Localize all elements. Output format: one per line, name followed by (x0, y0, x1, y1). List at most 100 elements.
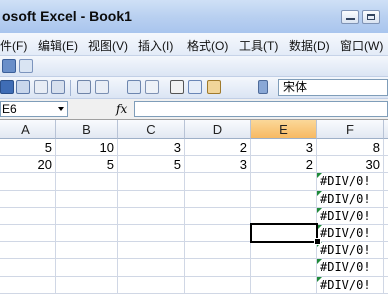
table-cell[interactable]: #DIV/0! (317, 207, 384, 225)
table-cell[interactable] (118, 225, 185, 243)
menu-tools[interactable]: 工具(T) (239, 37, 278, 54)
spelling-icon[interactable] (127, 80, 141, 94)
restore-button[interactable] (362, 10, 380, 24)
table-cell[interactable] (118, 276, 185, 294)
cell-value: 5 (106, 157, 114, 173)
table-cell[interactable]: 3 (251, 139, 317, 157)
table-cell[interactable] (251, 242, 317, 260)
research-icon[interactable] (145, 80, 159, 94)
table-cell[interactable]: 5 (118, 156, 185, 174)
table-cell[interactable] (0, 276, 56, 294)
table-cell[interactable] (0, 242, 56, 260)
table-cell[interactable] (384, 139, 388, 157)
table-cell[interactable] (251, 276, 317, 294)
menu-view[interactable]: 视图(V) (88, 37, 128, 54)
table-cell[interactable]: 5 (0, 139, 56, 157)
menu-window[interactable]: 窗口(W) (340, 37, 383, 54)
table-cell[interactable] (56, 173, 118, 191)
column-header-f[interactable]: F (317, 120, 384, 139)
menu-insert[interactable]: 插入(I) (138, 37, 173, 54)
table-cell[interactable]: 10 (56, 139, 118, 157)
table-cell[interactable] (384, 242, 388, 260)
font-name-box[interactable]: 宋体 (278, 79, 388, 96)
table-cell[interactable] (384, 277, 388, 294)
table-cell[interactable]: 3 (118, 139, 185, 157)
table-cell[interactable]: #DIV/0! (317, 225, 384, 243)
table-cell[interactable] (0, 259, 56, 277)
minimize-button[interactable] (341, 10, 359, 24)
print-icon[interactable] (77, 80, 91, 94)
print-preview-icon[interactable] (95, 80, 109, 94)
column-header-c[interactable]: C (118, 120, 185, 139)
table-cell[interactable] (118, 207, 185, 225)
table-cell[interactable] (384, 191, 388, 208)
table-cell[interactable] (0, 190, 56, 208)
formula-input[interactable] (134, 101, 388, 117)
table-cell[interactable] (118, 173, 185, 191)
column-header-b[interactable]: B (56, 120, 118, 139)
table-cell[interactable] (118, 259, 185, 277)
table-cell[interactable]: 2 (185, 139, 251, 157)
table-cell[interactable] (0, 207, 56, 225)
menu-format[interactable]: 格式(O) (187, 37, 228, 54)
table-cell[interactable]: #DIV/0! (317, 259, 384, 277)
table-cell[interactable]: #DIV/0! (317, 242, 384, 260)
table-cell[interactable] (56, 259, 118, 277)
table-cell[interactable] (384, 156, 388, 174)
table-cell[interactable] (118, 242, 185, 260)
table-cell[interactable] (384, 259, 388, 277)
table-cell[interactable]: #DIV/0! (317, 190, 384, 208)
table-cell[interactable] (185, 276, 251, 294)
table-cell[interactable] (251, 259, 317, 277)
column-header-e[interactable]: E (251, 120, 317, 139)
permission-icon[interactable] (16, 80, 30, 94)
table-cell[interactable] (251, 173, 317, 191)
paste-icon[interactable] (207, 80, 221, 94)
table-cell[interactable] (0, 225, 56, 243)
table-cell[interactable]: #DIV/0! (317, 276, 384, 294)
table-cell[interactable] (56, 207, 118, 225)
table-cell[interactable] (384, 225, 388, 243)
table-cell[interactable] (56, 190, 118, 208)
cut-icon[interactable] (170, 80, 184, 94)
table-cell[interactable] (56, 242, 118, 260)
table-cell[interactable]: 30 (317, 156, 384, 174)
table-cell[interactable] (251, 190, 317, 208)
table-cell[interactable] (384, 173, 388, 191)
table-cell[interactable]: #DIV/0! (317, 173, 384, 191)
table-cell[interactable] (185, 173, 251, 191)
table-cell[interactable] (56, 276, 118, 294)
table-cell[interactable]: 3 (185, 156, 251, 174)
table-cell[interactable] (0, 173, 56, 191)
table-cell[interactable] (185, 190, 251, 208)
toolbar-item-icon[interactable] (2, 59, 16, 73)
column-header-d[interactable]: D (185, 120, 251, 139)
column-header-a[interactable]: A (0, 120, 56, 139)
search-icon[interactable] (51, 80, 65, 94)
table-cell[interactable] (384, 208, 388, 225)
toolbar-options-icon[interactable] (258, 80, 268, 94)
table-cell[interactable]: 5 (56, 156, 118, 174)
save-icon[interactable] (0, 80, 14, 94)
error-indicator-icon (317, 207, 322, 213)
menu-data[interactable]: 数据(D) (289, 37, 330, 54)
table-cell[interactable]: 8 (317, 139, 384, 157)
menu-edit[interactable]: 编辑(E) (38, 37, 78, 54)
error-indicator-icon (317, 173, 322, 179)
column-header-g[interactable] (384, 120, 388, 139)
table-cell[interactable] (56, 225, 118, 243)
email-icon[interactable] (34, 80, 48, 94)
table-cell[interactable] (118, 190, 185, 208)
table-cell[interactable] (185, 242, 251, 260)
table-cell[interactable] (185, 259, 251, 277)
name-box-dropdown-icon[interactable] (58, 107, 64, 111)
table-cell[interactable]: 2 (251, 156, 317, 174)
table-cell[interactable]: 20 (0, 156, 56, 174)
menu-file[interactable]: 件(F) (0, 37, 27, 54)
toolbar-item-icon[interactable] (19, 59, 33, 73)
fill-handle[interactable] (314, 238, 321, 245)
table-cell[interactable] (185, 225, 251, 243)
insert-function-button[interactable]: fx (116, 102, 127, 116)
copy-icon[interactable] (188, 80, 202, 94)
table-cell[interactable] (185, 207, 251, 225)
